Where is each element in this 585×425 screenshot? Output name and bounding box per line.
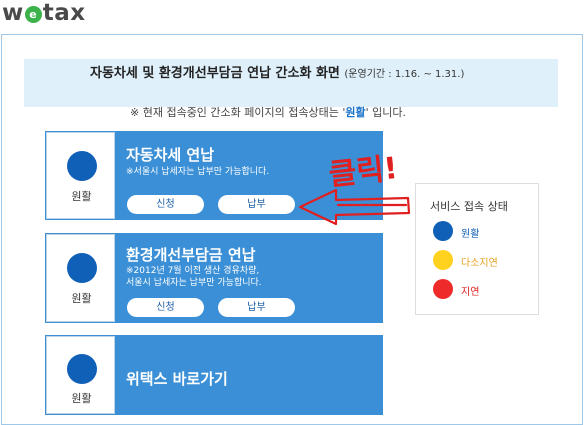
apply-button[interactable]: 신청: [127, 195, 204, 214]
card-note: 서울시 납세자는 납부만 가능합니다.: [126, 278, 262, 288]
status-dot-icon: [67, 354, 97, 384]
card-note: ※2012년 7월 이전 생산 경유차량,: [126, 266, 260, 276]
card-vehicle-tax: 원활 자동차세 연납 ※서울시 납세자는 납부만 가능합니다. 신청 납부: [45, 131, 383, 220]
apply-button[interactable]: 신청: [127, 298, 204, 317]
status-delayed-dot-icon: [433, 279, 453, 299]
legend-label: 다소지연: [461, 258, 498, 269]
status-label: 원활: [71, 190, 92, 203]
card-note: ※서울시 납세자는 납부만 가능합니다.: [126, 167, 270, 177]
logo-text: tax: [42, 0, 86, 26]
logo-mark-icon: e: [24, 6, 42, 23]
page-title: 자동차세 및 환경개선부담금 연납 간소화 화면 (운영기간 : 1.16. ~…: [90, 62, 464, 81]
card-status-panel: 원활: [46, 234, 115, 322]
notice-text: ' 입니다.: [365, 106, 407, 119]
card-title: 환경개선부담금 연납: [126, 246, 256, 264]
page-title-text: 자동차세 및 환경개선부담금 연납 간소화 화면: [90, 66, 340, 81]
operation-period: (운영기간 : 1.16. ~ 1.31.): [344, 69, 465, 80]
legend-label: 지연: [461, 287, 480, 298]
legend-title: 서비스 접속 상태: [430, 200, 508, 213]
status-dot-icon: [67, 151, 97, 181]
card-title: 자동차세 연납: [126, 146, 215, 164]
notice-status: 원활: [345, 106, 366, 119]
status-normal-dot-icon: [433, 221, 453, 241]
wetax-logo[interactable]: w e tax: [2, 0, 86, 26]
card-status-panel: 원활: [46, 336, 115, 414]
status-slow-dot-icon: [433, 250, 453, 270]
main-frame: 자동차세 및 환경개선부담금 연납 간소화 화면 (운영기간 : 1.16. ~…: [1, 34, 583, 425]
card-environment-charge: 원활 환경개선부담금 연납 ※2012년 7월 이전 생산 경유차량, 서울시 …: [45, 233, 383, 323]
card-wetax-shortcut[interactable]: 원활 위택스 바로가기: [45, 335, 383, 415]
logo-text: w: [2, 0, 24, 26]
service-status-legend: 서비스 접속 상태 원활 다소지연 지연: [415, 183, 539, 315]
legend-label: 원활: [461, 229, 480, 240]
status-label: 원활: [71, 292, 92, 305]
status-dot-icon: [67, 253, 97, 283]
pay-button[interactable]: 납부: [218, 195, 295, 214]
status-label: 원활: [71, 392, 92, 405]
connection-notice: ※ 현재 접속중인 간소화 페이지의 접속상태는 '원활' 입니다.: [130, 104, 406, 120]
card-status-panel: 원활: [46, 132, 115, 219]
notice-text: ※ 현재 접속중인 간소화 페이지의 접속상태는 ': [130, 106, 346, 119]
pay-button[interactable]: 납부: [218, 298, 295, 317]
card-title: 위택스 바로가기: [126, 370, 228, 388]
